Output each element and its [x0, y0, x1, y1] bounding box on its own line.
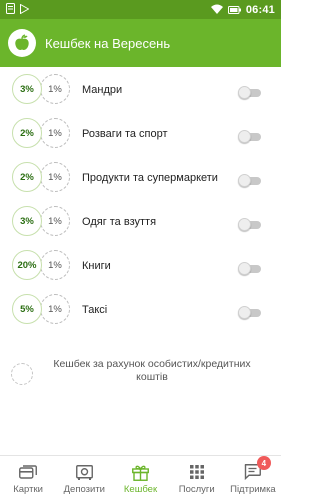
- own-funds-option[interactable]: Кешбек за рахунок особистих/кредитних ко…: [0, 356, 281, 392]
- cashback-category-list: 3% 1% Мандри 2% 1% Розваги та спорт 2% 1…: [0, 72, 281, 336]
- category-toggle[interactable]: [238, 218, 262, 231]
- nav-label: Послуги: [178, 484, 215, 495]
- base-percent-badge: 1%: [40, 162, 70, 192]
- nav-label: Підтримка: [230, 484, 276, 495]
- screen: 06:41 Кешбек на Вересень 3% 1% Мандри 2%: [0, 0, 281, 500]
- nav-item-cards[interactable]: Картки: [0, 456, 56, 500]
- base-percent-badge: 1%: [40, 294, 70, 324]
- app-bar: Кешбек на Вересень: [0, 19, 281, 67]
- cashback-badges: 2% 1%: [0, 160, 82, 204]
- status-time: 06:41: [245, 3, 275, 16]
- base-percent-badge: 1%: [40, 118, 70, 148]
- notification-icon: [6, 1, 15, 19]
- category-label: Мандри: [82, 84, 123, 96]
- nav-item-cashback[interactable]: Кешбек: [112, 456, 168, 500]
- category-label: Одяг та взуття: [82, 216, 157, 228]
- page-title: Кешбек на Вересень: [45, 35, 171, 51]
- base-percent-badge: 1%: [40, 74, 70, 104]
- notification-badge: 4: [256, 456, 271, 470]
- category-toggle[interactable]: [238, 130, 262, 143]
- cashback-percent-badge: 3%: [12, 206, 42, 236]
- nav-item-services[interactable]: Послуги: [169, 456, 225, 500]
- base-percent-badge: 1%: [40, 206, 70, 236]
- play-store-icon: [20, 1, 30, 19]
- cashback-percent-badge: 3%: [12, 74, 42, 104]
- category-toggle[interactable]: [238, 174, 262, 187]
- own-funds-label: Кешбек за рахунок особистих/кредитних ко…: [53, 358, 251, 383]
- cashback-percent-badge: 2%: [12, 162, 42, 192]
- apple-icon[interactable]: [8, 29, 36, 57]
- cards-icon: [18, 463, 38, 481]
- category-row: 3% 1% Одяг та взуття: [0, 204, 281, 248]
- nav-label: Кешбек: [123, 484, 158, 495]
- category-toggle[interactable]: [238, 86, 262, 99]
- category-label: Продукти та супермаркети: [82, 172, 218, 184]
- category-label: Книги: [82, 260, 111, 272]
- nav-label: Картки: [13, 484, 43, 495]
- battery-icon: [227, 1, 241, 19]
- category-toggle[interactable]: [238, 306, 262, 319]
- cashback-badges: 20% 1%: [0, 248, 82, 292]
- cashback-percent-badge: 20%: [12, 250, 42, 280]
- category-row: 5% 1% Таксі: [0, 292, 281, 336]
- cashback-badges: 3% 1%: [0, 204, 82, 248]
- status-bar: 06:41: [0, 0, 281, 19]
- own-funds-radio[interactable]: [11, 363, 33, 385]
- base-percent-badge: 1%: [40, 250, 70, 280]
- cashback-badges: 5% 1%: [0, 292, 82, 336]
- category-row: 2% 1% Продукти та супермаркети: [0, 160, 281, 204]
- category-row: 3% 1% Мандри: [0, 72, 281, 116]
- cashback-badges: 3% 1%: [0, 72, 82, 116]
- nav-item-deposits[interactable]: Депозити: [56, 456, 112, 500]
- cashback-percent-badge: 5%: [12, 294, 42, 324]
- category-row: 20% 1% Книги: [0, 248, 281, 292]
- grid-icon: [187, 463, 207, 481]
- cashback-badges: 2% 1%: [0, 116, 82, 160]
- safe-icon: [74, 463, 94, 481]
- category-label: Таксі: [82, 304, 108, 316]
- wifi-icon: [210, 1, 223, 19]
- nav-label: Депозити: [63, 484, 105, 495]
- nav-item-support[interactable]: 4 Підтримка: [225, 456, 281, 500]
- category-label: Розваги та спорт: [82, 128, 168, 140]
- category-row: 2% 1% Розваги та спорт: [0, 116, 281, 160]
- gift-icon: [131, 463, 151, 481]
- bottom-navigation: Картки Депозити Кешбек Послуги 4 Підтрим…: [0, 455, 281, 500]
- category-toggle[interactable]: [238, 262, 262, 275]
- cashback-percent-badge: 2%: [12, 118, 42, 148]
